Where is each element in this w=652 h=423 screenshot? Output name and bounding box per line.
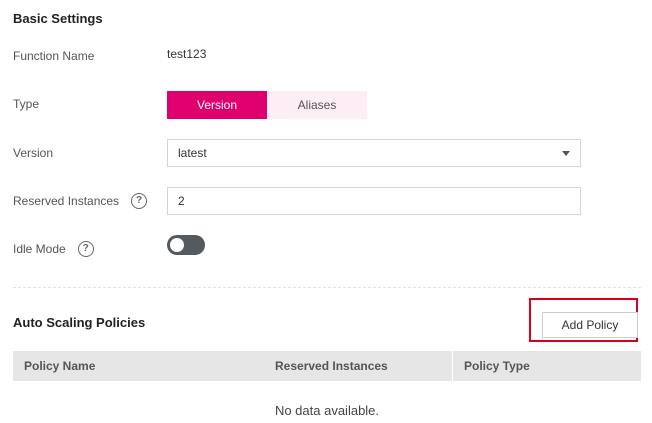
policy-table-header: Policy Name Reserved Instances Policy Ty… bbox=[13, 351, 641, 381]
reserved-instances-input-value: 2 bbox=[178, 194, 185, 208]
type-segmented-control: Version Aliases bbox=[167, 91, 367, 119]
basic-settings-title: Basic Settings bbox=[13, 11, 103, 26]
idle-mode-toggle[interactable] bbox=[167, 235, 205, 255]
type-option-aliases[interactable]: Aliases bbox=[267, 91, 367, 119]
column-header-policy-type[interactable]: Policy Type bbox=[452, 351, 641, 381]
idle-mode-label: Idle Mode bbox=[13, 242, 66, 256]
idle-mode-label-row: Idle Mode ? bbox=[13, 241, 94, 257]
version-label: Version bbox=[13, 146, 54, 160]
section-divider bbox=[13, 287, 641, 288]
reserved-instances-label-row: Reserved Instances ? bbox=[13, 193, 148, 209]
auto-scaling-title: Auto Scaling Policies bbox=[13, 315, 146, 330]
add-policy-button[interactable]: Add Policy bbox=[542, 312, 638, 338]
type-label: Type bbox=[13, 97, 40, 111]
caret-down-icon bbox=[562, 150, 570, 156]
column-header-reserved-instances[interactable]: Reserved Instances bbox=[261, 351, 452, 381]
function-name-label: Function Name bbox=[13, 49, 95, 63]
question-circle-icon[interactable]: ? bbox=[77, 241, 94, 257]
reserved-instances-label: Reserved Instances bbox=[13, 194, 120, 208]
question-circle-icon[interactable]: ? bbox=[131, 193, 148, 209]
toggle-knob bbox=[170, 238, 184, 252]
function-name-value: test123 bbox=[167, 47, 207, 61]
version-select-value: latest bbox=[178, 146, 207, 160]
version-select[interactable]: latest bbox=[167, 139, 581, 167]
column-header-policy-name[interactable]: Policy Name bbox=[13, 351, 261, 381]
reserved-instances-input[interactable]: 2 bbox=[167, 187, 581, 215]
empty-table-message: No data available. bbox=[274, 403, 380, 418]
function-config-panel: Basic Settings Function Name test123 Typ… bbox=[0, 0, 652, 423]
type-option-version[interactable]: Version bbox=[167, 91, 267, 119]
